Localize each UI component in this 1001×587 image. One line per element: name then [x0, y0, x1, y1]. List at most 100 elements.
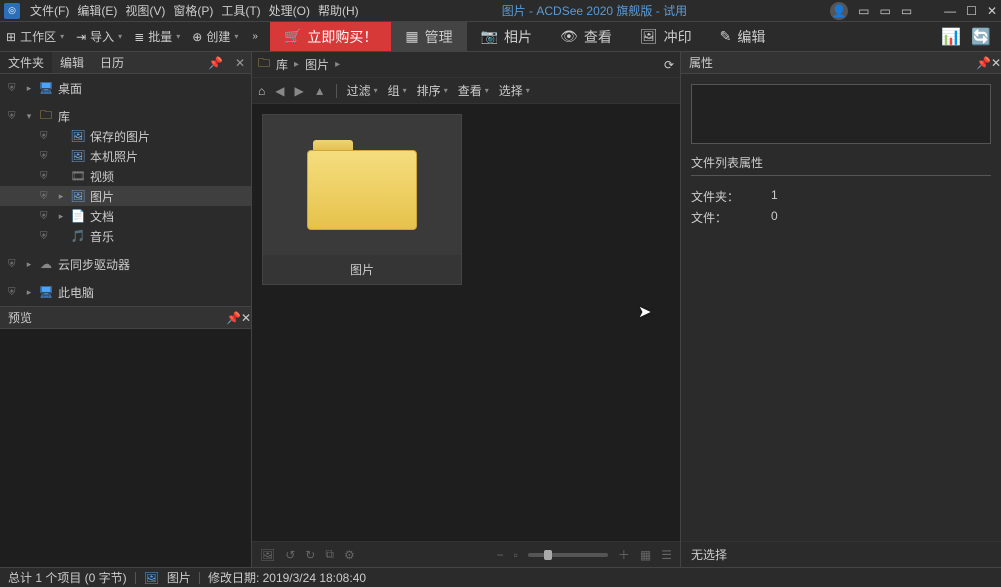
folder-label: 图片 — [263, 255, 461, 284]
toolbar-overflow[interactable]: » — [244, 31, 266, 42]
menubar: 文件(F) 编辑(E) 视图(V) 窗格(P) 工具(T) 处理(O) 帮助(H… — [30, 2, 359, 19]
status-total: 总计 1 个项目 (0 字节) — [8, 569, 127, 586]
tree-cloud[interactable]: ⛨▸☁云同步驱动器 — [0, 254, 251, 274]
status-location: 图片 — [167, 569, 191, 586]
filter-button[interactable]: 过滤▾ — [347, 82, 378, 99]
layout1-icon[interactable]: ▭ — [858, 4, 869, 18]
tab-buy[interactable]: 🛒立即购买！ — [270, 22, 391, 51]
batch-button[interactable]: ≣批量▾ — [128, 22, 186, 51]
tree-desktop[interactable]: ⛨▸🖥桌面 — [0, 78, 251, 98]
select-button[interactable]: 选择▾ — [499, 82, 530, 99]
footer-rotate-right-icon[interactable]: ↻ — [305, 548, 315, 562]
properties-title: 属性 — [689, 54, 713, 71]
workspace-button[interactable]: ⊞工作区▾ — [0, 22, 70, 51]
crumb-root[interactable]: 库 — [276, 56, 288, 73]
chart-icon[interactable]: 📊 — [941, 27, 961, 47]
viewmode-button[interactable]: 查看▾ — [458, 82, 489, 99]
filter-bar: ⌂ ◀ ▶ ▲ 过滤▾ 组▾ 排序▾ 查看▾ 选择▾ — [252, 78, 680, 104]
preview-header: 预览 📌 ✕ — [0, 307, 251, 329]
menu-tool[interactable]: 工具(T) — [221, 2, 260, 19]
footer-rotate-left-icon[interactable]: ↺ — [285, 548, 295, 562]
refresh-icon[interactable]: ⟳ — [664, 58, 674, 72]
prop-files-value: 0 — [771, 209, 778, 226]
footer-copy-icon[interactable]: ⧉ — [325, 547, 334, 562]
thumbnails-icon[interactable]: ▦ — [640, 548, 651, 562]
properties-section-title: 文件列表属性 — [691, 154, 991, 176]
tab-calendar[interactable]: 日历 — [92, 52, 132, 73]
preview-close-icon[interactable]: ✕ — [241, 311, 251, 325]
menu-view[interactable]: 视图(V) — [125, 2, 165, 19]
close-icon[interactable]: ✕ — [987, 4, 997, 18]
properties-body: 文件列表属性 文件夹： 1 文件： 0 — [681, 74, 1001, 541]
tree-camera-roll[interactable]: ⛨🖼本机照片 — [0, 146, 251, 166]
details-icon[interactable]: ☰ — [661, 548, 672, 562]
sync-icon[interactable]: 🔄 — [971, 27, 991, 47]
forward-icon[interactable]: ▶ — [294, 84, 303, 98]
tab-edit[interactable]: ✎编辑 — [706, 22, 780, 51]
zoom-slider[interactable] — [528, 553, 608, 557]
back-icon[interactable]: ◀ — [275, 84, 284, 98]
account-icon[interactable]: 👤 — [830, 2, 848, 20]
menu-window[interactable]: 窗格(P) — [173, 2, 213, 19]
main-toolbar: ⊞工作区▾ ⇥导入▾ ≣批量▾ ⊕创建▾ » 🛒立即购买！ ▦管理 📷相片 👁查… — [0, 22, 1001, 52]
tree-music[interactable]: ⛨🎵音乐 — [0, 226, 251, 246]
layout2-icon[interactable]: ▭ — [879, 4, 890, 18]
maximize-icon[interactable]: ☐ — [966, 4, 977, 18]
footer-gear-icon[interactable]: ⚙ — [344, 548, 355, 562]
menu-help[interactable]: 帮助(H) — [318, 2, 359, 19]
zoom-out-icon[interactable]: − — [497, 548, 504, 562]
crumb-sep: ▸ — [294, 59, 299, 70]
tree-saved-pictures[interactable]: ⛨🖼保存的图片 — [0, 126, 251, 146]
tree-thispc[interactable]: ⛨▸🖥此电脑 — [0, 282, 251, 302]
tab-manage[interactable]: ▦管理 — [391, 22, 466, 51]
menu-file[interactable]: 文件(F) — [30, 2, 69, 19]
folder-item[interactable]: 图片 — [262, 114, 462, 285]
titlebar: ◎ 文件(F) 编辑(E) 视图(V) 窗格(P) 工具(T) 处理(O) 帮助… — [0, 0, 1001, 22]
center-column: 🗀 库 ▸ 图片 ▸ ⟳ ⌂ ◀ ▶ ▲ 过滤▾ 组▾ 排序▾ 查看▾ 选择▾ … — [252, 52, 681, 567]
panel-close-icon[interactable]: ✕ — [229, 56, 251, 70]
pin-icon[interactable]: 📌 — [202, 56, 229, 70]
tree-pictures[interactable]: ⛨▸🖼图片 — [0, 186, 251, 206]
status-picture-icon: 🖼 — [144, 571, 159, 585]
menu-edit[interactable]: 编辑(E) — [77, 2, 117, 19]
layout3-icon[interactable]: ▭ — [901, 4, 912, 18]
properties-preview — [691, 84, 991, 144]
preview-pin-icon[interactable]: 📌 — [226, 311, 241, 325]
tab-develop[interactable]: 🖼冲印 — [626, 22, 706, 51]
home-icon[interactable]: ⌂ — [258, 84, 265, 98]
menu-process[interactable]: 处理(O) — [269, 2, 310, 19]
file-list[interactable]: 图片 — [252, 104, 680, 541]
mode-tabs: 🛒立即购买！ ▦管理 📷相片 👁查看 🖼冲印 ✎编辑 — [270, 22, 779, 51]
main-area: 文件夹 编辑 日历 📌 ✕ ⛨▸🖥桌面 ⛨▾🗀库 ⛨🖼保存的图片 ⛨🖼本机照片 … — [0, 52, 1001, 567]
group-button[interactable]: 组▾ — [388, 82, 407, 99]
props-close-icon[interactable]: ✕ — [991, 56, 1001, 70]
tree-videos[interactable]: ⛨🎞视频 — [0, 166, 251, 186]
zoom-small-icon[interactable]: ▫ — [514, 548, 518, 562]
zoom-in-icon[interactable]: ＋ — [618, 546, 630, 563]
import-button[interactable]: ⇥导入▾ — [70, 22, 128, 51]
tab-photos[interactable]: 📷相片 — [467, 22, 546, 51]
crumb-sep2: ▸ — [335, 59, 340, 70]
tree-library[interactable]: ⛨▾🗀库 — [0, 106, 251, 126]
create-button[interactable]: ⊕创建▾ — [186, 22, 244, 51]
prop-row-folders: 文件夹： 1 — [691, 186, 991, 207]
tree-documents[interactable]: ⛨▸📄文档 — [0, 206, 251, 226]
crumb-current[interactable]: 图片 — [305, 56, 329, 73]
path-folder-icon: 🗀 — [258, 54, 270, 75]
prop-files-label: 文件： — [691, 209, 751, 226]
tab-view[interactable]: 👁查看 — [546, 22, 626, 51]
tab-folders[interactable]: 文件夹 — [0, 52, 52, 73]
tab-edit-panel[interactable]: 编辑 — [52, 52, 92, 73]
props-pin-icon[interactable]: 📌 — [976, 56, 991, 70]
properties-footer: 无选择 — [681, 541, 1001, 567]
footer-icon1[interactable]: 🖼 — [260, 548, 275, 562]
sort-button[interactable]: 排序▾ — [417, 82, 448, 99]
up-icon[interactable]: ▲ — [314, 84, 326, 98]
minimize-icon[interactable]: — — [944, 4, 956, 18]
preview-body — [0, 329, 251, 567]
preview-panel: 预览 📌 ✕ — [0, 306, 251, 567]
preview-title: 预览 — [8, 309, 32, 326]
folder-panel-tabs: 文件夹 编辑 日历 📌 ✕ — [0, 52, 251, 74]
content-footer: 🖼 ↺ ↻ ⧉ ⚙ − ▫ ＋ ▦ ☰ — [252, 541, 680, 567]
status-modified: 修改日期: 2019/3/24 18:08:40 — [208, 569, 366, 586]
